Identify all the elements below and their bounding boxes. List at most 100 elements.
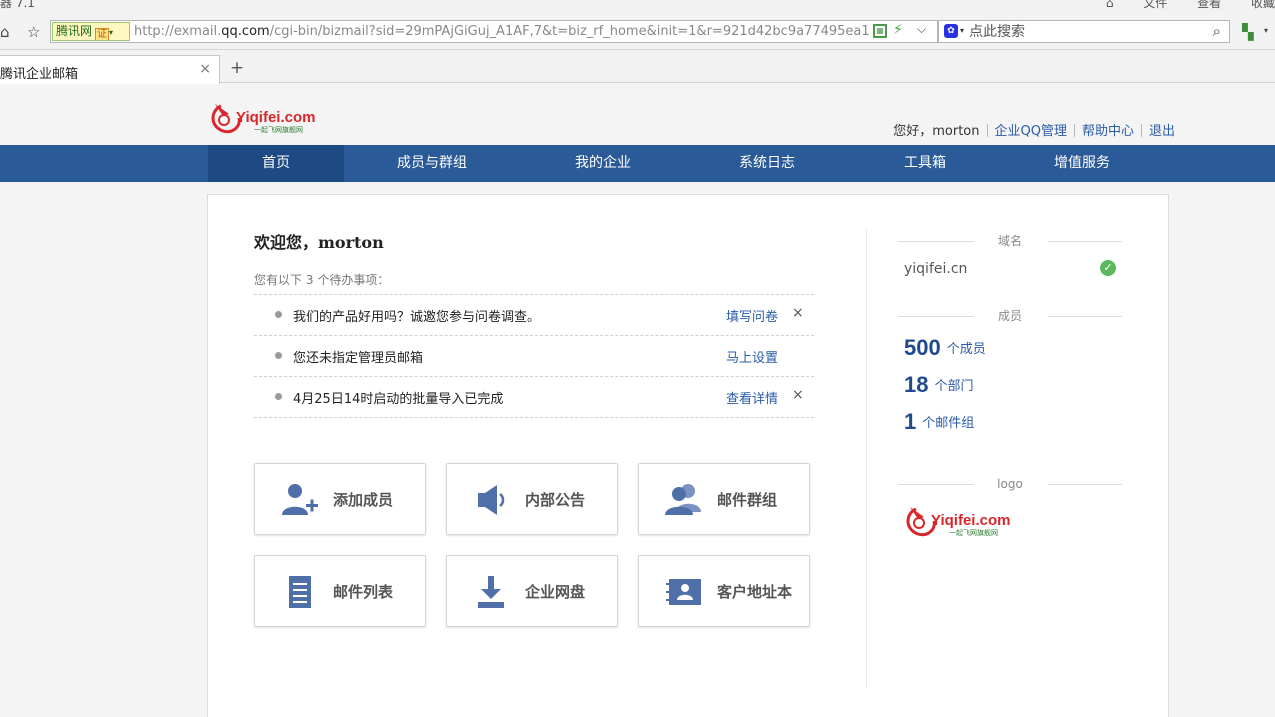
quick-label: 企业网盘 — [525, 583, 586, 601]
todo-summary: 您有以下 3 个待办事项： — [254, 273, 390, 287]
main-nav: 首页 成员与群组 我的企业 系统日志 工具箱 增值服务 — [0, 145, 1275, 182]
todo-item: 我们的产品好用吗？诚邀您参与问卷调查。 填写问卷 × — [254, 295, 814, 336]
close-icon[interactable]: × — [792, 305, 804, 321]
contact-card-icon — [666, 579, 701, 605]
todo-text: 您还未指定管理员邮箱 — [293, 351, 424, 366]
bullet — [275, 352, 282, 359]
nav-toolbox[interactable]: 工具箱 — [848, 145, 1002, 182]
lightning-icon[interactable]: ⚡ — [893, 22, 903, 38]
menu-file[interactable]: 文件 — [1143, 0, 1167, 10]
quick-label: 邮件群组 — [717, 491, 778, 509]
page-header: Yiqifei.com 一起飞网旗舰网 您好，morton 企业QQ管理 帮助中心退… — [0, 84, 1275, 145]
url-box[interactable]: 腾讯网证 ▾ http://exmail.qq.com/cgi-bin/bizma… — [50, 20, 938, 43]
netdisk-button[interactable]: 企业网盘 — [446, 555, 618, 627]
mailgroup-count-link[interactable]: 1 个邮件组 — [904, 409, 974, 435]
company-logo[interactable]: Yiqifei.com 一起飞网旗舰网 — [904, 503, 1022, 539]
add-user-icon — [282, 484, 318, 515]
yiqifei-logo[interactable]: Yiqifei.com 一起飞网旗舰网 — [209, 100, 327, 136]
quick-label: 添加成员 — [333, 491, 394, 509]
section-header: 域名 — [898, 234, 1122, 248]
welcome-title: 欢迎您，morton — [254, 233, 384, 252]
quick-label: 客户地址本 — [717, 583, 793, 601]
divider — [986, 124, 988, 137]
url-text[interactable]: http://exmail.qq.com/cgi-bin/bizmail?sid… — [134, 23, 869, 41]
set-admin-email-link[interactable]: 马上设置 — [726, 347, 778, 366]
enterprise-qq-link[interactable]: 企业QQ管理 — [995, 124, 1067, 139]
page: Yiqifei.com 一起飞网旗舰网 您好，morton 企业QQ管理 帮助中心退… — [0, 84, 1275, 717]
menu-favorites[interactable]: 收藏 — [1251, 0, 1275, 10]
announcement-button[interactable]: 内部公告 — [446, 463, 618, 535]
view-details-link[interactable]: 查看详情 — [726, 388, 778, 407]
logout-link[interactable]: 退出 — [1149, 124, 1175, 139]
close-icon[interactable]: × — [199, 61, 211, 77]
nav-home[interactable]: 首页 — [208, 145, 344, 182]
browser-version-text: 器 7.1 — [0, 0, 35, 10]
group-icon — [665, 484, 701, 515]
todo-count: 3 — [305, 273, 314, 287]
nav-system-log[interactable]: 系统日志 — [686, 145, 848, 182]
content-panel: 欢迎您，morton 您有以下 3 个待办事项： 我们的产品好用吗？诚邀您参与问… — [207, 194, 1169, 717]
tab-bar: 腾讯企业邮箱 × + — [0, 50, 1275, 84]
member-count-link[interactable]: 500 个成员 — [904, 335, 986, 361]
home-icon[interactable]: ⌂ — [0, 23, 10, 41]
tab-exmail[interactable]: 腾讯企业邮箱 × — [0, 55, 220, 84]
svg-text:一起飞网旗舰网: 一起飞网旗舰网 — [254, 125, 303, 134]
svg-text:Yiqifei.com: Yiqifei.com — [236, 109, 315, 126]
greeting: 您好，morton — [893, 124, 980, 139]
baidu-paw-icon[interactable]: ✿ — [944, 24, 958, 38]
divider — [1140, 124, 1142, 137]
domain-name: yiqifei.cn — [904, 261, 968, 277]
certificate-icon: 证 — [95, 28, 110, 40]
quick-label: 内部公告 — [525, 491, 586, 509]
search-box: ✿ ▾ ⌕ — [938, 20, 1230, 43]
stat-unit: 个成员 — [946, 342, 986, 357]
bullet — [275, 311, 282, 318]
contacts-button[interactable]: 客户地址本 — [638, 555, 810, 627]
stat-unit: 个邮件组 — [922, 416, 975, 431]
list-icon — [289, 576, 311, 608]
download-icon — [478, 576, 504, 608]
section-header: 成员 — [898, 309, 1122, 323]
todo-item: 您还未指定管理员邮箱 马上设置 — [254, 336, 814, 377]
survey-link[interactable]: 填写问卷 — [726, 306, 778, 325]
caret-icon: ▾ — [109, 28, 114, 37]
tab-title: 腾讯企业邮箱 — [0, 67, 79, 82]
user-nav: 您好，morton 企业QQ管理 帮助中心 退出 — [893, 120, 1175, 139]
menu-view[interactable]: 查看 — [1197, 0, 1221, 10]
mail-group-button[interactable]: 邮件群组 — [638, 463, 810, 535]
nav-my-enterprise[interactable]: 我的企业 — [520, 145, 686, 182]
check-icon: ✓ — [1100, 260, 1116, 276]
apps-grid-icon[interactable]: ▚ — [1242, 23, 1254, 41]
close-icon[interactable]: × — [792, 387, 804, 403]
caret-icon[interactable]: ▾ — [960, 26, 964, 35]
certificate-badge[interactable]: 腾讯网证 ▾ — [52, 22, 130, 41]
star-icon[interactable]: ☆ — [27, 23, 40, 41]
caret-icon[interactable]: ▾ — [1264, 26, 1268, 35]
user-icon[interactable]: ⌂ — [1106, 0, 1114, 10]
new-tab-button[interactable]: + — [226, 58, 248, 80]
vertical-divider — [866, 229, 867, 689]
todo-list: 我们的产品好用吗？诚邀您参与问卷调查。 填写问卷 × 您还未指定管理员邮箱 马上… — [254, 294, 814, 418]
nav-members-groups[interactable]: 成员与群组 — [344, 145, 520, 182]
help-center-link[interactable]: 帮助中心 — [1082, 124, 1134, 139]
browser-menu: ⌂ 文件 查看 收藏 — [1080, 0, 1275, 11]
stat-number: 1 — [904, 409, 917, 434]
todo-item: 4月25日14时启动的批量导入已完成 查看详情 × — [254, 377, 814, 418]
stat-unit: 个部门 — [934, 379, 974, 394]
qr-code-icon[interactable]: ▦ — [873, 24, 887, 38]
nav-value-added[interactable]: 增值服务 — [1002, 145, 1162, 182]
bullet — [275, 393, 282, 400]
mail-list-button[interactable]: 邮件列表 — [254, 555, 426, 627]
browser-top-strip: 器 7.1 ⌂ 文件 查看 收藏 — [0, 0, 1275, 14]
quick-label: 邮件列表 — [333, 583, 394, 601]
svg-text:一起飞网旗舰网: 一起飞网旗舰网 — [949, 528, 998, 537]
domain-row: yiqifei.cn ✓ — [904, 260, 1116, 277]
todo-text: 我们的产品好用吗？诚邀您参与问卷调查。 — [293, 310, 541, 325]
search-icon[interactable]: ⌕ — [1213, 22, 1221, 40]
speaker-icon — [478, 485, 505, 515]
department-count-link[interactable]: 18 个部门 — [904, 372, 974, 398]
add-member-button[interactable]: 添加成员 — [254, 463, 426, 535]
search-input[interactable] — [969, 22, 1199, 41]
divider — [1073, 124, 1075, 137]
chevron-down-icon[interactable]: ⌵ — [917, 22, 926, 37]
